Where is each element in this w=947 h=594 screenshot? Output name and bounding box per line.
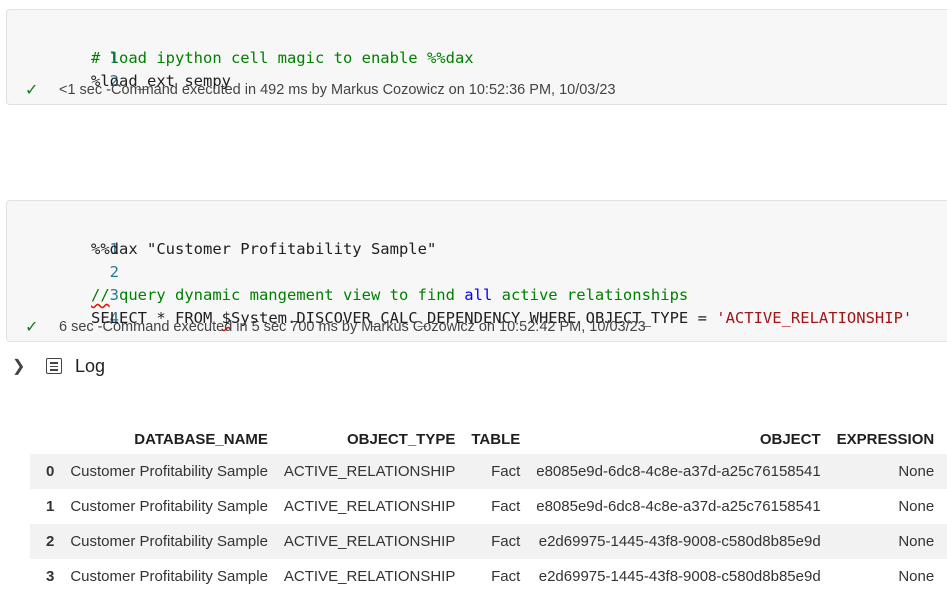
table-header-row: DATABASE_NAME OBJECT_TYPE TABLE OBJECT E… [30,424,947,454]
check-icon: ✓ [25,319,39,336]
table-row: 1 Customer Profitability Sample ACTIVE_R… [30,489,947,524]
table-cell [942,489,947,524]
table-row: 3 Customer Profitability Sample ACTIVE_R… [30,559,947,594]
column-header: EXPRESSION [836,430,935,448]
table-cell: Customer Profitability Sample [70,498,268,515]
table-cell: ACTIVE_RELATIONSHIP [283,463,456,480]
table-cell: Fact [491,463,521,480]
check-icon: ✓ [25,82,39,99]
table-cell [942,454,947,489]
table-row: 2 Customer Profitability Sample ACTIVE_R… [30,524,947,559]
output-table: DATABASE_NAME OBJECT_TYPE TABLE OBJECT E… [30,424,947,594]
code-cell-1[interactable]: 1 # load ipython cell magic to enable %%d… [6,9,947,105]
code-text: // query dynamic mangement view to find … [91,284,688,307]
log-label: Log [75,355,106,376]
code-cell-2[interactable]: 1 %%dax "Customer Profitability Sample" 2… [6,200,947,342]
code-line[interactable]: 1 # load ipython cell magic to enable %%d… [7,24,474,67]
column-header: OBJECT [759,430,821,448]
row-index: 2 [46,533,55,550]
table-cell: e2d69975-1445-43f8-9008-c580d8b85e9d [538,533,821,550]
table-cell: Fact [491,498,521,515]
code-text: # load ipython cell magic to enable %%da… [91,49,474,67]
table-cell: e8085e9d-6dc8-4c8e-a37d-a25c76158541 [536,498,821,515]
column-header: OBJECT_TYPE [346,430,456,448]
log-toggle[interactable]: ❯ Log [12,354,105,378]
table-cell: ACTIVE_RELATIONSHIP [283,568,456,585]
keyword-token: all [464,286,493,304]
execution-status: ✓ <1 sec -Command executed in 492 ms by … [25,80,616,100]
string-token: 'ACTIVE_RELATIONSHIP' [716,309,913,327]
table-cell: Fact [491,568,521,585]
chevron-right-icon[interactable]: ❯ [12,356,32,376]
table-row: 0 Customer Profitability Sample ACTIVE_R… [30,454,947,489]
column-header [30,424,62,454]
table-cell: e8085e9d-6dc8-4c8e-a37d-a25c76158541 [536,463,821,480]
table-cell: ACTIVE_RELATIONSHIP [283,498,456,515]
table-cell: None [898,568,935,585]
table-cell: None [898,498,935,515]
code-line[interactable]: 1 %%dax "Customer Profitability Sample" [7,215,436,258]
row-index: 0 [46,463,55,480]
table-cell: e2d69975-1445-43f8-9008-c580d8b85e9d [538,568,821,585]
status-text: 6 sec -Command executed in 5 sec 700 ms … [59,319,646,335]
line-number: 2 [109,263,119,281]
comment-token: active relationships [492,286,689,304]
table-cell [942,559,947,594]
table-cell: None [898,533,935,550]
row-index: 1 [46,498,55,515]
column-header: DATABASE_NAME [134,430,268,448]
table-cell: Customer Profitability Sample [70,568,268,585]
comment-token: query dynamic mangement view to find [109,286,465,304]
table-cell: Fact [491,533,521,550]
row-index: 3 [46,568,55,585]
table-cell: None [898,463,935,480]
code-editor[interactable]: 1 # load ipython cell magic to enable %%d… [7,24,474,90]
code-editor[interactable]: 1 %%dax "Customer Profitability Sample" 2… [7,215,912,327]
table-cell [942,524,947,559]
table-cell: Customer Profitability Sample [70,533,268,550]
execution-status: ✓ 6 sec -Command executed in 5 sec 700 m… [25,317,646,337]
column-header: RE [942,424,947,454]
table-cell: Customer Profitability Sample [70,463,268,480]
comment-token: // [91,286,110,304]
status-text: <1 sec -Command executed in 492 ms by Ma… [59,82,616,98]
table-cell: ACTIVE_RELATIONSHIP [283,533,456,550]
list-icon [46,358,62,374]
code-text: %%dax "Customer Profitability Sample" [91,240,437,258]
column-header: TABLE [471,430,521,448]
